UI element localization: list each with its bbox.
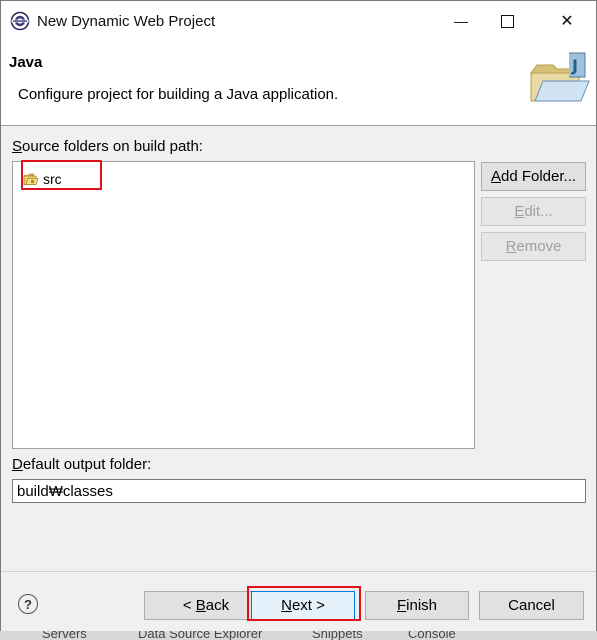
minimize-button[interactable]: — (438, 1, 484, 41)
close-icon: ✕ (560, 13, 574, 30)
highlight-box-src (21, 160, 102, 190)
back-label: ack (205, 597, 230, 614)
finish-button[interactable]: Finish (365, 591, 469, 620)
back-prefix: < (182, 597, 196, 614)
remove-button[interactable]: Remove (481, 232, 586, 261)
java-project-wizard-icon: J (530, 52, 590, 102)
console-tab: Console (408, 631, 456, 640)
snippets-tab: Snippets (312, 631, 363, 640)
add-folder-mnemonic: A (490, 168, 501, 185)
maximize-button[interactable] (484, 1, 530, 41)
new-dynamic-web-project-dialog: New Dynamic Web Project — ✕ Java Configu… (0, 0, 597, 632)
finish-label: inish (406, 597, 438, 614)
background-view-tabs: Servers Data Source Explorer Snippets Co… (0, 631, 597, 640)
title-bar[interactable]: New Dynamic Web Project — ✕ (1, 1, 596, 41)
edit-mnemonic: E (514, 203, 525, 220)
back-mnemonic: B (195, 597, 206, 614)
remove-label: emove (516, 238, 562, 255)
output-folder-label-text: efault output folder: (22, 456, 152, 473)
eclipse-app-icon (10, 11, 30, 31)
edit-button[interactable]: Edit... (481, 197, 586, 226)
window-title: New Dynamic Web Project (37, 13, 216, 30)
source-folders-label-text: ource folders on build path: (22, 138, 203, 155)
highlight-box-next (247, 586, 361, 621)
minimize-icon: — (454, 13, 468, 29)
source-folders-label: Source folders on build path: (12, 138, 203, 155)
output-folder-input[interactable] (12, 479, 586, 503)
finish-mnemonic: F (396, 597, 407, 614)
page-description: Configure project for building a Java ap… (18, 86, 339, 103)
source-folders-tree[interactable]: src (12, 161, 475, 449)
svg-text:J: J (571, 56, 578, 75)
close-button[interactable]: ✕ (544, 1, 590, 41)
page-title: Java (9, 54, 43, 71)
wizard-header: Java Configure project for building a Ja… (1, 41, 596, 126)
remove-mnemonic: R (505, 238, 517, 255)
add-folder-label: dd Folder... (500, 168, 577, 185)
help-icon[interactable]: ? (18, 594, 38, 614)
maximize-icon (500, 14, 514, 28)
wizard-body: Source folders on build path: src Add Fo… (1, 126, 596, 571)
source-folders-label-mnemonic: S (12, 138, 23, 155)
output-folder-label-mnemonic: D (12, 456, 23, 473)
data-source-explorer-tab: Data Source Explorer (138, 631, 263, 640)
output-folder-label: Default output folder: (12, 456, 151, 473)
servers-tab: Servers (42, 631, 87, 640)
edit-label: dit... (524, 203, 553, 220)
cancel-button[interactable]: Cancel (479, 591, 584, 620)
add-folder-button[interactable]: Add Folder... (481, 162, 586, 191)
